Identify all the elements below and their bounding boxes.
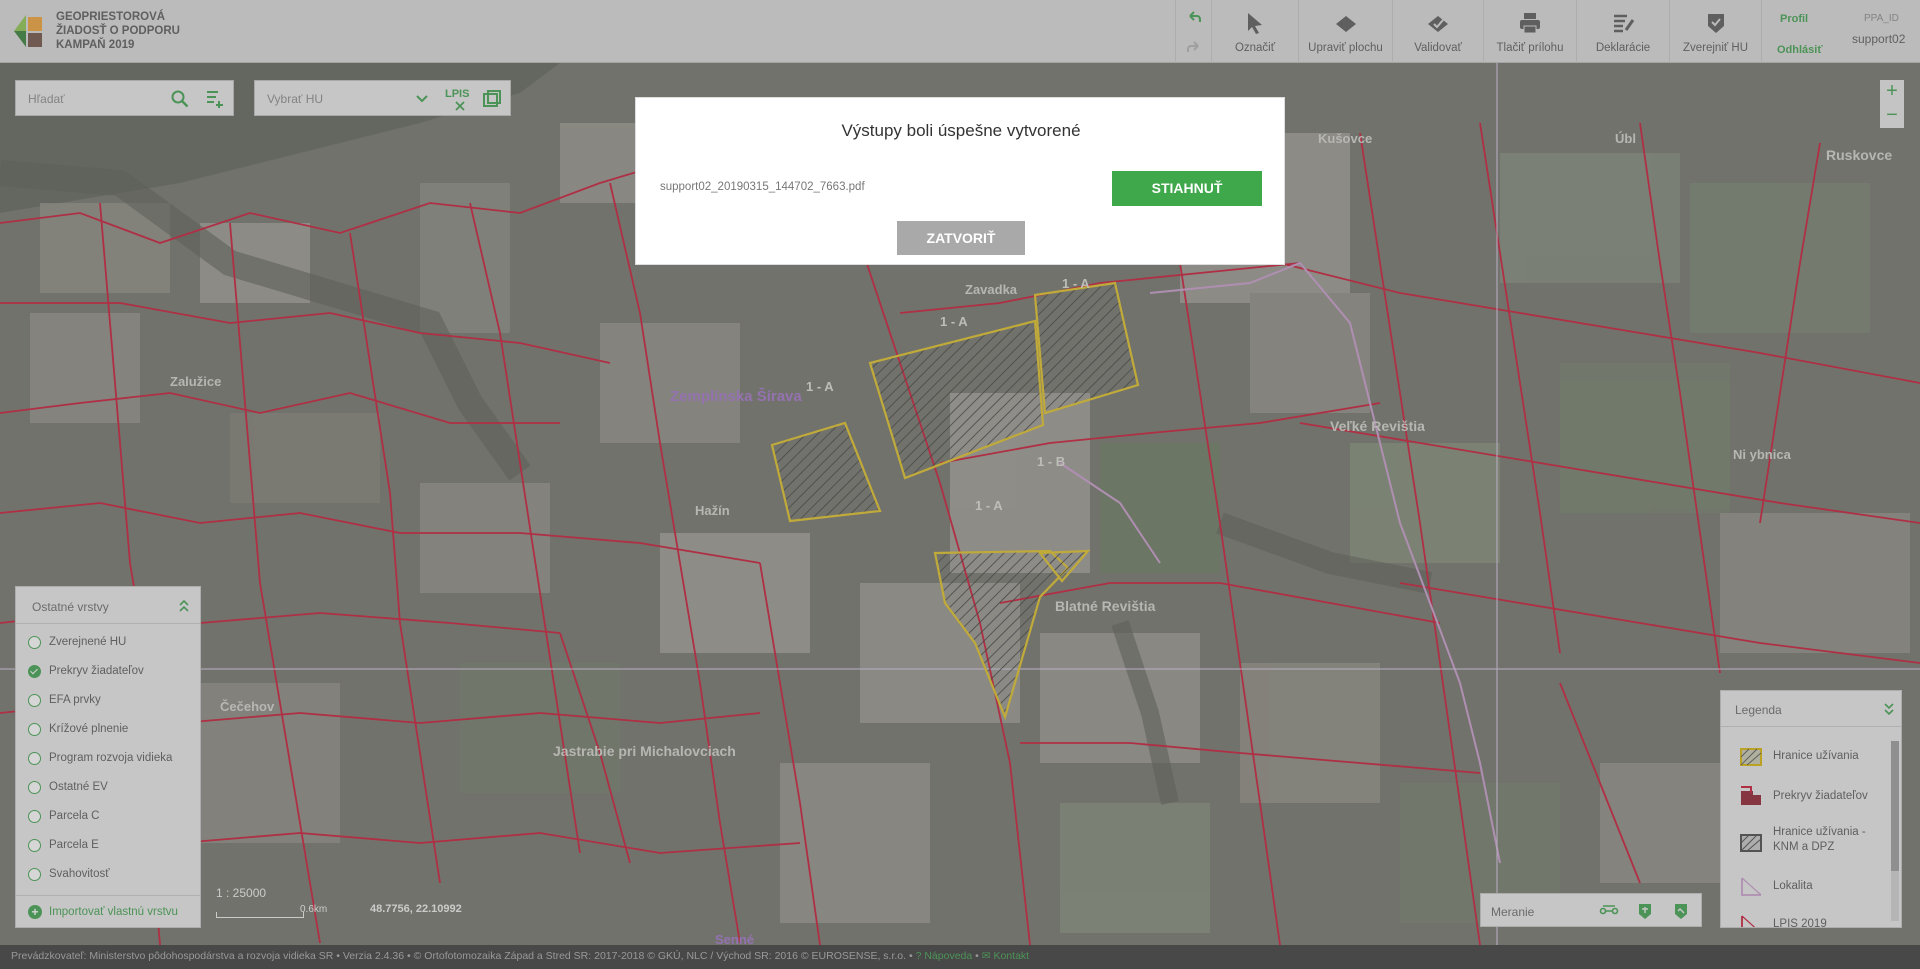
download-button[interactable]: STIAHNUŤ — [1112, 171, 1262, 206]
export-result-dialog: Výstupy boli úspešne vytvorené support02… — [635, 97, 1285, 265]
output-filename: support02_20190315_144702_7663.pdf — [660, 181, 865, 193]
close-button[interactable]: ZATVORIŤ — [897, 221, 1025, 255]
dialog-title: Výstupy boli úspešne vytvorené — [841, 121, 1081, 140]
